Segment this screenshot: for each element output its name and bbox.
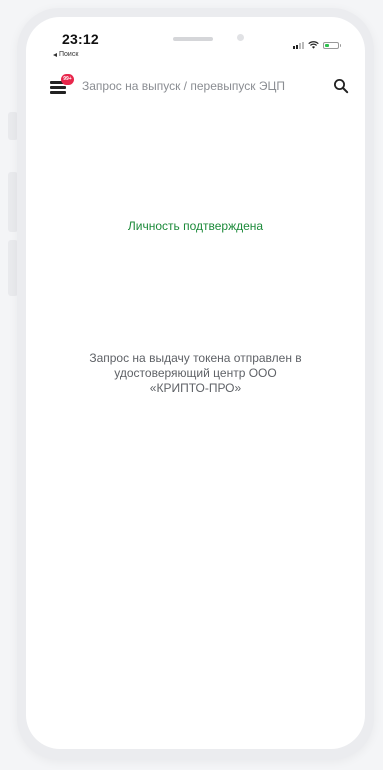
phone-frame: 23:12 Поиск 99+ Запрос на выпуск / перев… — [17, 8, 374, 760]
status-time: 23:12 — [62, 31, 99, 47]
phone-screen: 23:12 Поиск 99+ Запрос на выпуск / перев… — [26, 17, 365, 749]
notch-camera — [237, 34, 244, 41]
device-stage: 23:12 Поиск 99+ Запрос на выпуск / перев… — [0, 0, 383, 770]
wifi-icon — [308, 41, 319, 49]
notch-speaker — [173, 37, 213, 41]
status-icons — [293, 41, 341, 49]
token-request-message: Запрос на выдачу токена отправлен в удос… — [89, 351, 302, 395]
back-label: Поиск — [59, 51, 79, 58]
back-to-search-link[interactable]: Поиск — [53, 51, 78, 58]
search-icon — [334, 79, 349, 94]
cellular-signal-icon — [293, 41, 304, 49]
battery-icon — [323, 41, 341, 49]
menu-button[interactable]: 99+ — [50, 74, 74, 94]
search-button[interactable] — [333, 78, 349, 94]
identity-status-text: Личность подтверждена — [127, 219, 264, 233]
back-arrow-icon — [53, 52, 57, 57]
app-header: 99+ Запрос на выпуск / перевыпуск ЭЦП — [26, 71, 365, 101]
page-title: Запрос на выпуск / перевыпуск ЭЦП — [82, 79, 285, 93]
notification-badge: 99+ — [61, 74, 74, 85]
